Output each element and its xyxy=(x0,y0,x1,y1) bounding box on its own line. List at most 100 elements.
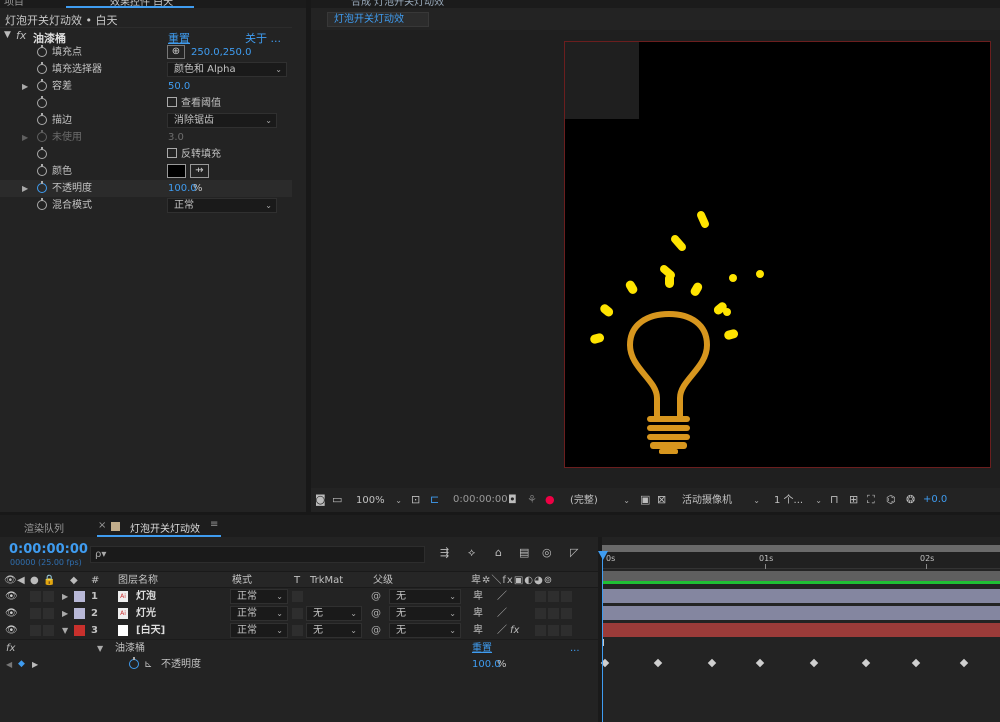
col-mode[interactable]: 模式 xyxy=(232,572,252,589)
preserve-transparency-toggle[interactable] xyxy=(292,625,303,636)
3d-toggle[interactable] xyxy=(561,591,572,602)
adjustment-toggle[interactable] xyxy=(535,591,546,602)
keyframe[interactable] xyxy=(809,658,819,668)
parent-dropdown[interactable]: 无 ⌄ xyxy=(389,606,461,621)
tab-render-queue[interactable]: 渲染队列 xyxy=(24,520,64,535)
stopwatch-icon[interactable] xyxy=(37,164,47,176)
effect-more-link[interactable]: ... xyxy=(570,640,580,657)
audio-toggle[interactable] xyxy=(30,608,41,619)
crosshair-icon[interactable]: ⊕ xyxy=(167,45,185,59)
visibility-eye-icon[interactable]: 👁 xyxy=(5,605,18,622)
label-color-swatch[interactable] xyxy=(74,608,85,619)
view-threshold-checkbox[interactable]: 查看阈值 xyxy=(167,95,221,112)
expand-triangle-icon[interactable]: ▶ xyxy=(22,180,28,197)
tab-project[interactable]: 项目 xyxy=(4,0,24,8)
solo-toggle[interactable] xyxy=(43,591,54,602)
layer-name[interactable]: 灯光 xyxy=(136,605,156,622)
visibility-eye-icon[interactable]: 👁 xyxy=(5,588,18,605)
layer-row[interactable]: 👁 ▶ 1 Ai 灯泡 正常 ⌄ @ 无 ⌄ 卑 ／ xyxy=(0,588,598,605)
tolerance-value[interactable]: 50.0 xyxy=(168,78,190,95)
preserve-transparency-toggle[interactable] xyxy=(292,591,303,602)
motion-blur-toggle[interactable] xyxy=(548,625,559,636)
effect-subrow[interactable]: fx ▼ 油漆桶 重置 ... xyxy=(0,639,598,656)
expand-triangle-icon[interactable]: ▶ xyxy=(22,129,28,146)
graph-icon[interactable]: ⊾ xyxy=(144,656,152,673)
collapse-triangle-icon[interactable]: ▼ xyxy=(62,622,68,639)
tab-effect-controls[interactable]: 效果控件 白天 xyxy=(110,0,173,8)
expand-triangle-icon[interactable]: ▶ xyxy=(62,588,68,605)
col-hash[interactable]: # xyxy=(91,572,99,589)
color-channels-icon[interactable]: ● xyxy=(545,490,555,510)
keyframe[interactable] xyxy=(707,658,717,668)
keyframe[interactable] xyxy=(653,658,663,668)
tab-close-icon[interactable]: × xyxy=(98,520,106,531)
layer-name[interactable]: 灯泡 xyxy=(136,588,156,605)
solo-toggle[interactable] xyxy=(43,608,54,619)
adjustment-toggle[interactable] xyxy=(535,608,546,619)
effect-reset-link[interactable]: 重置 xyxy=(472,640,492,657)
3d-toggle[interactable] xyxy=(561,608,572,619)
trkmat-dropdown[interactable]: 无 ⌄ xyxy=(306,623,362,638)
exposure-value[interactable]: +0.0 xyxy=(923,490,947,510)
opacity-subrow[interactable]: ◀ ◆ ▶ ⊾ 不透明度 100.0 % xyxy=(0,656,598,673)
stopwatch-icon[interactable] xyxy=(37,130,47,142)
expand-triangle-icon[interactable]: ▶ xyxy=(22,78,28,95)
views-dropdown[interactable]: 1 个... ⌄ xyxy=(767,493,827,508)
draft-3d-icon[interactable]: ⟡ xyxy=(468,546,475,560)
parent-dropdown[interactable]: 无 ⌄ xyxy=(389,623,461,638)
solo-toggle[interactable] xyxy=(43,625,54,636)
comp-flowchart-icon[interactable]: ⇶ xyxy=(440,546,449,559)
visibility-eye-icon[interactable]: 👁 xyxy=(5,622,18,639)
audio-toggle[interactable] xyxy=(30,625,41,636)
fill-point-value[interactable]: 250.0,250.0 xyxy=(191,44,251,61)
parent-dropdown[interactable]: 无 ⌄ xyxy=(389,589,461,604)
layer-bar-3[interactable] xyxy=(602,623,1000,637)
col-trkmat[interactable]: TrkMat xyxy=(310,572,343,589)
graph-editor-icon[interactable]: ◸ xyxy=(570,546,578,559)
always-preview-icon[interactable]: ◙ xyxy=(315,490,326,510)
motion-blur-toggle[interactable] xyxy=(548,608,559,619)
zoom-dropdown[interactable]: 100% ⌄ xyxy=(349,493,407,508)
keyframe[interactable] xyxy=(755,658,765,668)
quality-switch-icon[interactable]: ／ xyxy=(497,622,507,639)
layer-row[interactable]: 👁 ▼ 3 [白天] 正常 ⌄ 无 ⌄ @ 无 ⌄ 卑 ／ fx xyxy=(0,622,598,639)
pickwhip-icon[interactable]: @ xyxy=(371,588,381,605)
adjustment-toggle[interactable] xyxy=(535,625,546,636)
snapshot-camera-icon[interactable]: ◘ xyxy=(508,490,517,510)
work-area-bar[interactable] xyxy=(602,545,1000,552)
shy-switch-icon[interactable]: 卑 xyxy=(473,588,483,605)
fx-switch-icon[interactable]: fx xyxy=(510,622,519,639)
resolution-dropdown[interactable]: (完整) ⌄ xyxy=(563,493,635,508)
shy-switch-icon[interactable]: 卑 xyxy=(473,622,483,639)
flowchart-icon[interactable]: ⛶ xyxy=(867,490,875,510)
frame-blending-icon[interactable]: ▤ xyxy=(519,546,529,559)
audio-toggle[interactable] xyxy=(30,591,41,602)
camera-dropdown[interactable]: 活动摄像机 ⌄ xyxy=(675,493,765,508)
color-swatch[interactable] xyxy=(167,164,186,178)
layer-bar-1[interactable] xyxy=(602,589,1000,603)
label-color-swatch[interactable] xyxy=(74,591,85,602)
checkbox-box[interactable] xyxy=(167,148,177,158)
comp-flow-tab[interactable]: 灯泡开关灯动效 xyxy=(327,12,429,27)
timeline-timecode[interactable]: 0:00:00:00 xyxy=(9,542,88,557)
layer-row[interactable]: 👁 ▶ 2 Ai 灯光 正常 ⌄ 无 ⌄ @ 无 ⌄ 卑 ／ xyxy=(0,605,598,622)
stopwatch-icon[interactable] xyxy=(37,96,47,108)
motion-blur-icon[interactable]: ◎ xyxy=(542,546,552,559)
tab-comp[interactable]: 灯泡开关灯动效 xyxy=(130,520,200,535)
col-parent[interactable]: 父级 xyxy=(373,572,393,589)
checkbox-box[interactable] xyxy=(167,97,177,107)
pixel-aspect-icon[interactable]: ⊓ xyxy=(830,490,839,510)
graph-icon[interactable]: ⌬ xyxy=(886,490,896,510)
stopwatch-icon[interactable] xyxy=(37,62,47,74)
shy-switch-icon[interactable]: 卑 xyxy=(473,605,483,622)
stopwatch-icon[interactable] xyxy=(37,147,47,159)
label-color-swatch[interactable] xyxy=(74,625,85,636)
tab-menu-icon[interactable]: ≡ xyxy=(210,519,218,530)
collapse-triangle-icon[interactable]: ▼ xyxy=(97,640,103,657)
layer-bar-2[interactable] xyxy=(602,606,1000,620)
mode-dropdown[interactable]: 正常 ⌄ xyxy=(230,606,288,621)
viewer-timecode[interactable]: 0:00:00:00 xyxy=(453,490,508,510)
fill-selector-dropdown[interactable]: 颜色和 Alpha ⌄ xyxy=(167,62,287,77)
timeline-link-icon[interactable]: ⊞ xyxy=(849,490,858,510)
keyframe[interactable] xyxy=(959,658,969,668)
